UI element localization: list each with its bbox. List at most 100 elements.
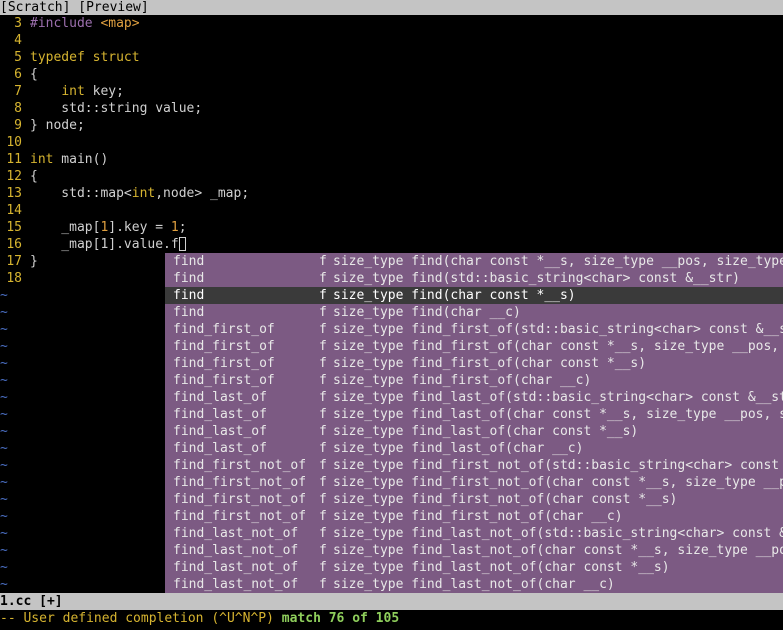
completion-word: find_last_not_of (173, 543, 299, 558)
code-line[interactable]: 12 { (0, 168, 783, 185)
completion-popup[interactable]: find f size_type find(char const *__s, siz… (165, 253, 783, 593)
code-text: } (30, 253, 38, 270)
completion-item[interactable]: find_last_of f size_type find_last_of(char… (165, 440, 783, 457)
code-line[interactable]: 11 int main() (0, 151, 783, 168)
tilde-marker: ~ (0, 407, 8, 422)
completion-item[interactable]: find_last_not_of f size_type find_last_not… (165, 525, 783, 542)
completion-item[interactable]: find_last_of f size_type find_last_of(char… (165, 406, 783, 423)
completion-kind: f (319, 577, 327, 592)
completion-signature: size_type find(char const *__s) (333, 288, 576, 303)
completion-word: find_first_not_of (173, 509, 307, 524)
code-line[interactable]: 15 _map[1].key = 1; (0, 219, 783, 236)
code-line[interactable]: 7 int key; (0, 83, 783, 100)
code-line[interactable]: 6{ (0, 66, 783, 83)
completion-word: find_last_not_of (173, 526, 299, 541)
completion-word: find_last_of (173, 407, 267, 422)
tilde-marker: ~ (0, 305, 8, 320)
code-text: _map[1].value.f (30, 236, 186, 253)
completion-word: find_first_not_of (173, 458, 307, 473)
completion-item[interactable]: find_first_of f size_type find_first_of(ch… (165, 338, 783, 355)
completion-signature: size_type find_last_not_of(std::basic_st… (333, 526, 783, 541)
completion-signature: size_type find_first_not_of(char __c) (333, 509, 623, 524)
code-line[interactable]: 4 (0, 32, 783, 49)
completion-signature: size_type find_last_of(char const *__s, … (333, 407, 783, 422)
status-line: 1.cc [+] (0, 593, 783, 610)
completion-signature: size_type find(std::basic_string<char> c… (333, 271, 740, 286)
completion-item[interactable]: find f size_type find(char const *__s, siz… (165, 253, 783, 270)
tilde-marker: ~ (0, 288, 8, 303)
line-number: 13 (6, 186, 22, 201)
completion-item[interactable]: find_first_not_of f size_type find_first_n… (165, 474, 783, 491)
code-token: ].key = (108, 220, 171, 235)
completion-item[interactable]: find_last_not_of f size_type find_last_not… (165, 542, 783, 559)
code-line[interactable]: 8 std::string value; (0, 100, 783, 117)
completion-word: find_last_not_of (173, 560, 299, 575)
code-text: std::map<int,node> _map; (30, 185, 249, 202)
code-text: int key; (30, 83, 124, 100)
completion-signature: size_type find_last_of(char const *__s) (333, 424, 639, 439)
completion-word: find_last_of (173, 441, 267, 456)
tilde-marker: ~ (0, 441, 8, 456)
tilde-marker: ~ (0, 475, 8, 490)
completion-word: find_last_not_of (173, 577, 299, 592)
completion-signature: size_type find_last_not_of(char __c) (333, 577, 615, 592)
completion-item[interactable]: find_first_of f size_type find_first_of(ch… (165, 372, 783, 389)
completion-item[interactable]: find_first_not_of f size_type find_first_n… (165, 457, 783, 474)
completion-item[interactable]: find_first_not_of f size_type find_first_n… (165, 508, 783, 525)
completion-item[interactable]: find_last_not_of f size_type find_last_not… (165, 559, 783, 576)
code-token: _map[ (30, 220, 101, 235)
tilde-marker: ~ (0, 577, 8, 592)
completion-kind: f (319, 373, 327, 388)
completion-kind: f (319, 475, 327, 490)
completion-kind: f (319, 526, 327, 541)
completion-word: find (173, 271, 205, 286)
completion-signature: size_type find_first_of(char const *__s,… (333, 339, 780, 354)
code-line[interactable]: 13 std::map<int,node> _map; (0, 185, 783, 202)
completion-item[interactable]: find_first_not_of f size_type find_first_n… (165, 491, 783, 508)
code-line[interactable]: 14 (0, 202, 783, 219)
completion-item-selected[interactable]: find f size_type find(char const *__s) (165, 287, 783, 304)
completion-word: find_first_of (173, 339, 275, 354)
completion-kind: f (319, 322, 327, 337)
code-text: typedef struct (30, 49, 140, 66)
completion-kind: f (319, 407, 327, 422)
completion-signature: size_type find_first_of(char const *__s) (333, 356, 647, 371)
completion-kind: f (319, 288, 327, 303)
completion-item[interactable]: find_first_of f size_type find_first_of(st… (165, 321, 783, 338)
code-token: 1 (170, 220, 179, 235)
buffer-tabline: [Scratch] [Preview] (0, 0, 783, 15)
completion-kind: f (319, 339, 327, 354)
completion-word: find (173, 305, 205, 320)
completion-signature: size_type find_last_of(char __c) (333, 441, 584, 456)
completion-signature: size_type find_first_not_of(std::basic_s… (333, 458, 780, 473)
completion-kind: f (319, 509, 327, 524)
match-counter: match 76 of 105 (281, 611, 400, 626)
code-line[interactable]: 3 #include <map> (0, 15, 783, 32)
completion-signature: size_type find(char __c) (333, 305, 521, 320)
completion-item[interactable]: find f size_type find(char __c) (165, 304, 783, 321)
line-number: 5 (14, 50, 22, 65)
completion-signature: size_type find_first_of(std::basic_strin… (333, 322, 783, 337)
line-number: 8 (14, 101, 22, 116)
completion-word: find_last_of (173, 390, 267, 405)
completion-item[interactable]: find_first_of f size_type find_first_of(ch… (165, 355, 783, 372)
code-text: int main() (30, 151, 108, 168)
line-number: 17 (6, 254, 22, 269)
completion-item[interactable]: find_last_not_of f size_type find_last_not… (165, 576, 783, 593)
code-token: int (30, 152, 54, 167)
code-line[interactable]: 10 (0, 134, 783, 151)
completion-item[interactable]: find_last_of f size_type find_last_of(std:… (165, 389, 783, 406)
line-number: 3 (14, 16, 22, 31)
tilde-marker: ~ (0, 322, 8, 337)
code-token: ,node> _map; (155, 186, 250, 201)
code-line[interactable]: 5 typedef struct (0, 49, 783, 66)
completion-kind: f (319, 254, 327, 269)
command-line: -- User defined completion (^U^N^P) matc… (0, 610, 783, 630)
line-number: 10 (6, 135, 22, 150)
completion-signature: size_type find_first_not_of(char const *… (333, 492, 678, 507)
completion-item[interactable]: find_last_of f size_type find_last_of(char… (165, 423, 783, 440)
code-line[interactable]: 9} node; (0, 117, 783, 134)
completion-signature: size_type find_last_of(std::basic_string… (333, 390, 783, 405)
completion-item[interactable]: find f size_type find(std::basic_string<ch… (165, 270, 783, 287)
code-line[interactable]: 16 _map[1].value.f (0, 236, 783, 253)
